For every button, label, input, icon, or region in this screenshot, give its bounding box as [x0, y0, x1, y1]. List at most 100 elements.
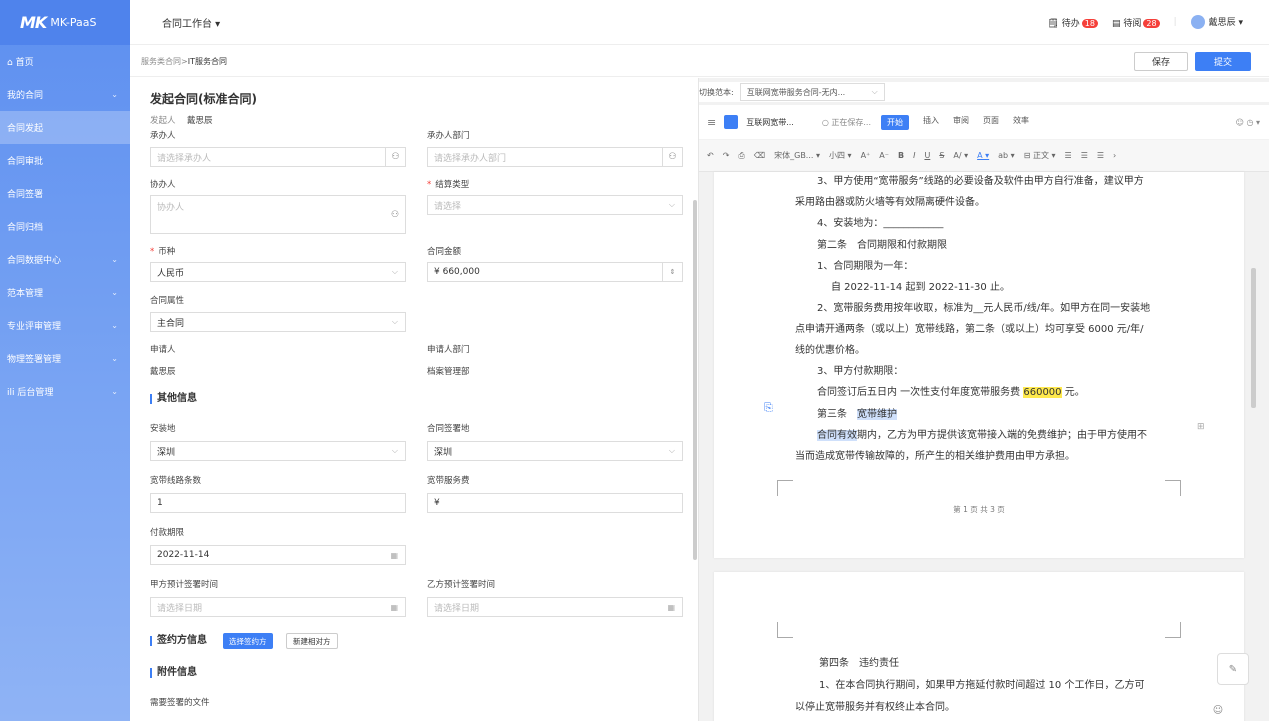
- user-menu[interactable]: 戴思辰 ▾: [1190, 15, 1243, 30]
- user-name: 戴思辰 ▾: [1208, 17, 1243, 28]
- doc-scrollbar[interactable]: [1251, 268, 1256, 408]
- sidebar-item[interactable]: 合同数据中心 ⌄: [0, 243, 130, 276]
- edit-float-icon[interactable]: ✎: [1217, 653, 1249, 685]
- calendar-icon[interactable]: ▦: [390, 551, 398, 560]
- sidebar-item[interactable]: 合同签署: [0, 177, 130, 210]
- text-effect-icon[interactable]: A/ ▾: [953, 151, 968, 160]
- save-button[interactable]: 保存: [1134, 52, 1188, 71]
- install-select[interactable]: 深圳 ⌵: [150, 441, 406, 461]
- currency-value: 人民币: [157, 268, 185, 279]
- doc-line: 合同有效期内，乙方为甲方提供该宽带接入端的免费维护；由于甲方使用不: [817, 426, 1147, 441]
- sidebar-item[interactable]: 物理签署管理 ⌄: [0, 342, 130, 375]
- fee-input[interactable]: ¥: [427, 493, 683, 513]
- calendar-icon[interactable]: ▦: [667, 603, 675, 612]
- sidebar-item[interactable]: 合同审批: [0, 144, 130, 177]
- amount-input[interactable]: ¥ 660,000 ⇕: [427, 262, 683, 282]
- workspace-dropdown[interactable]: 合同工作台 ▾: [162, 15, 220, 30]
- print-icon[interactable]: ⎙: [738, 151, 744, 161]
- template-select[interactable]: 互联网宽带服务合同-无内... ⌵: [739, 83, 885, 101]
- a-time-label: 甲方预计签署时间: [150, 580, 219, 590]
- pick-signer-button[interactable]: 选择签约方: [223, 633, 273, 649]
- style-value: 正文: [1032, 151, 1049, 160]
- term-date-input[interactable]: 2022-11-14 ▦: [150, 545, 406, 565]
- currency-select[interactable]: 人民币 ⌵: [150, 262, 406, 282]
- help-icon[interactable]: ☺ ◷ ▾: [1236, 118, 1260, 127]
- template-value: 互联网宽带服务合同-无内...: [746, 87, 846, 97]
- chevron-down-icon: ⌵: [391, 446, 398, 455]
- stepper-icon[interactable]: ⇕: [662, 263, 682, 281]
- assistant-icon[interactable]: ☺: [1207, 702, 1229, 718]
- ribbon-tab[interactable]: 审阅: [953, 115, 969, 130]
- submit-button[interactable]: 提交: [1195, 52, 1251, 71]
- ribbon-tab[interactable]: 效率: [1013, 115, 1029, 130]
- align-left-icon[interactable]: ☰: [1065, 151, 1072, 160]
- settle-select[interactable]: 请选择 ⌵: [427, 195, 683, 215]
- sidebar-item[interactable]: 范本管理 ⌄: [0, 276, 130, 309]
- doc-line: 4、安装地为：____________: [817, 218, 944, 229]
- breadcrumb-parent[interactable]: 服务类合同: [141, 56, 181, 67]
- attr-select[interactable]: 主合同 ⌵: [150, 312, 406, 332]
- sidebar-item[interactable]: 合同归档: [0, 210, 130, 243]
- ribbon-tab[interactable]: 页面: [983, 115, 999, 130]
- todo-link[interactable]: 🗒 待办 18: [1047, 16, 1098, 29]
- strike-icon[interactable]: S: [939, 151, 944, 160]
- sidebar-item-label: 合同签署: [7, 190, 44, 200]
- user-icon[interactable]: ⚇: [662, 148, 682, 166]
- co-input[interactable]: 协办人 ⚇: [150, 195, 406, 234]
- align-center-icon[interactable]: ☰: [1081, 151, 1088, 160]
- doc-line: 第三条 宽带维护: [817, 405, 897, 420]
- sidebar-item[interactable]: 我的合同 ⌄: [0, 78, 130, 111]
- user-icon[interactable]: ⚇: [385, 196, 405, 233]
- doc-text: 合同签订后五日内 一次性支付年度宽带服务费: [817, 387, 1024, 398]
- add-comment-icon[interactable]: ⊞: [1197, 422, 1205, 432]
- undertaker-dept-input[interactable]: 请选择承办人部门 ⚇: [427, 147, 683, 167]
- doc-line: 1、在本合同执行期间，如果甲方拖延付款时间超过 10 个工作日，乙方可: [819, 680, 1145, 691]
- menu-icon[interactable]: ≡: [707, 116, 716, 129]
- sidebar-item-label: 合同数据中心: [7, 256, 62, 266]
- sidebar-item-label: ili 后台管理: [7, 388, 54, 398]
- sidebar-item[interactable]: ili 后台管理 ⌄: [0, 375, 130, 408]
- new-party-button[interactable]: 新建相对方: [286, 633, 338, 649]
- settle-placeholder: 请选择: [434, 201, 462, 212]
- redo-icon[interactable]: ↷: [723, 151, 730, 160]
- chevron-down-icon: ⌄: [111, 90, 118, 99]
- a-time-input[interactable]: 请选择日期 ▦: [150, 597, 406, 617]
- user-icon[interactable]: ⚇: [385, 148, 405, 166]
- logo-mark: MK: [20, 13, 47, 32]
- ribbon-tab[interactable]: 开始: [881, 114, 910, 130]
- co-placeholder: 协办人: [157, 203, 185, 213]
- doc-name[interactable]: 互联网宽带...: [746, 117, 794, 128]
- ribbon-tab[interactable]: 插入: [923, 115, 939, 130]
- undo-icon[interactable]: ↶: [707, 151, 714, 160]
- sidebar-item[interactable]: 合同发起: [0, 111, 130, 144]
- b-time-input[interactable]: 请选择日期 ▦: [427, 597, 683, 617]
- sidebar-item[interactable]: 专业评审管理 ⌄: [0, 309, 130, 342]
- amount-value: ¥ 660,000: [434, 267, 480, 277]
- highlight-icon[interactable]: ab ▾: [998, 151, 1015, 160]
- calendar-icon[interactable]: ▦: [390, 603, 398, 612]
- style-select[interactable]: ⊟ 正文 ▾: [1024, 150, 1056, 161]
- eraser-icon[interactable]: ⌫: [754, 151, 765, 160]
- font-select[interactable]: 宋体_GB... ▾: [774, 150, 820, 161]
- form-scrollbar[interactable]: [693, 200, 697, 560]
- comment-icon[interactable]: ⎘: [764, 401, 773, 415]
- undertaker-input[interactable]: 请选择承办人 ⚇: [150, 147, 406, 167]
- more-icon[interactable]: ›: [1113, 151, 1116, 160]
- align-right-icon[interactable]: ☰: [1097, 151, 1104, 160]
- italic-icon[interactable]: I: [913, 151, 915, 160]
- bold-icon[interactable]: B: [898, 151, 904, 160]
- shrink-font-icon[interactable]: A⁻: [879, 151, 889, 160]
- size-select[interactable]: 小四 ▾: [829, 150, 852, 161]
- app-logo[interactable]: MK MK-PaaS: [0, 0, 130, 45]
- chevron-down-icon: ⌵: [391, 267, 398, 276]
- top-bar: 合同工作台 ▾ 🗒 待办 18 ▤ 待阅 28 | 戴思辰 ▾: [130, 0, 1269, 45]
- sign-place-select[interactable]: 深圳 ⌵: [427, 441, 683, 461]
- sidebar-item[interactable]: ⌂ 首页: [0, 45, 130, 78]
- grow-font-icon[interactable]: A⁺: [861, 151, 871, 160]
- underline-icon[interactable]: U: [924, 151, 930, 160]
- font-color-icon[interactable]: A ▾: [977, 151, 989, 160]
- sidebar-nav: ⌂ 首页 我的合同 ⌄ 合同发起 合同审批 合同签署 合同归档 合同数据中心 ⌄ 范本管理 ⌄ 专业评…: [0, 45, 130, 408]
- toread-link[interactable]: ▤ 待阅 28: [1112, 16, 1160, 29]
- undertaker-dept-label: 承办人部门: [427, 131, 470, 141]
- lines-input[interactable]: 1: [150, 493, 406, 513]
